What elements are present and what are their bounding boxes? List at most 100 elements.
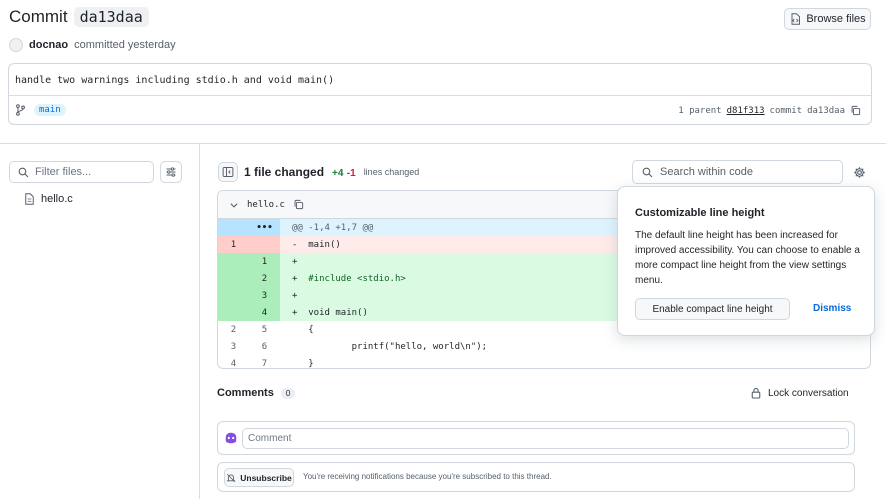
diff-line-code: } xyxy=(280,358,314,369)
new-line-number[interactable]: 5 xyxy=(249,321,280,338)
commit-author-line: docnao committed yesterday xyxy=(9,38,176,52)
comment-composer: Comment xyxy=(217,421,855,455)
page-title: Commit da13daa xyxy=(9,7,149,27)
search-icon xyxy=(18,167,29,177)
old-line-number[interactable] xyxy=(218,270,249,287)
gear-icon xyxy=(853,166,865,178)
lines-changed-label: lines changed xyxy=(363,167,420,177)
filter-options-button[interactable] xyxy=(160,161,182,183)
diff-line-code: + xyxy=(280,257,308,267)
diff-line-code: - main() xyxy=(280,240,341,250)
files-changed: 1 file changed xyxy=(244,165,325,179)
branch-badge[interactable]: main xyxy=(34,104,66,116)
new-line-number[interactable]: 1 xyxy=(249,253,280,270)
commit-message: handle two warnings including stdio.h an… xyxy=(15,75,335,86)
new-line-number[interactable] xyxy=(249,236,280,253)
search-code-placeholder: Search within code xyxy=(660,166,753,178)
notification-note: You're receiving notifications because y… xyxy=(303,472,552,481)
toggle-file-tree-button[interactable] xyxy=(218,162,238,182)
divider xyxy=(0,143,886,144)
browse-files-button[interactable]: Browse files xyxy=(784,8,871,30)
new-line-number[interactable]: 3 xyxy=(249,287,280,304)
popover-body: The default line height has been increas… xyxy=(635,230,860,286)
popover-title: Customizable line height xyxy=(635,207,765,219)
author-name[interactable]: docnao xyxy=(29,39,68,51)
diff-filename[interactable]: hello.c xyxy=(247,200,285,210)
lock-conversation-button[interactable]: Lock conversation xyxy=(751,387,849,399)
diff-line: 3 6 printf("hello, world\n"); xyxy=(218,338,870,355)
unsubscribe-button[interactable]: Unsubscribe xyxy=(224,468,294,487)
diff-line-code: + xyxy=(280,291,308,301)
avatar[interactable] xyxy=(9,38,23,52)
parent-info: 1 parent d81f313 commit da13daa xyxy=(678,105,861,116)
filter-files-placeholder: Filter files... xyxy=(35,166,92,178)
old-line-number[interactable]: 3 xyxy=(218,338,249,355)
old-line-number[interactable] xyxy=(218,287,249,304)
code-text: main() xyxy=(308,239,341,250)
code-text: #include <stdio.h> xyxy=(308,273,406,284)
diff-sign: + xyxy=(292,307,298,318)
search-icon xyxy=(642,167,653,177)
comments-title: Comments xyxy=(217,387,274,399)
diff-sign: + xyxy=(292,256,298,267)
sidebar-collapse-icon xyxy=(222,167,234,177)
parent-count: 1 parent xyxy=(678,105,722,116)
diff-summary: 1 file changed +4 -1 lines changed xyxy=(244,165,419,179)
file-tree-item[interactable]: hello.c xyxy=(24,193,73,205)
old-line-number[interactable]: 2 xyxy=(218,321,249,338)
commit-label: Commit xyxy=(9,7,68,26)
new-line-number[interactable]: 4 xyxy=(249,304,280,321)
browse-files-label: Browse files xyxy=(806,13,866,25)
filter-files-input[interactable]: Filter files... xyxy=(9,161,154,183)
commit-sha-small: da13daa xyxy=(807,105,845,116)
code-text: void main() xyxy=(308,307,368,318)
divider xyxy=(9,95,871,96)
parent-sha-link[interactable]: d81f313 xyxy=(727,106,765,116)
deletions-count: -1 xyxy=(346,168,356,179)
copilot-icon xyxy=(225,432,237,444)
diff-sign: - xyxy=(292,239,298,250)
new-line-number[interactable]: 6 xyxy=(249,338,280,355)
old-line-number[interactable]: 1 xyxy=(218,236,249,253)
expand-hunk-button[interactable]: ••• xyxy=(249,219,280,236)
notifications-box: Unsubscribe You're receiving notificatio… xyxy=(217,462,855,492)
dismiss-button[interactable]: Dismiss xyxy=(813,303,851,314)
diff-line-code: printf("hello, world\n"); xyxy=(280,342,487,352)
diff-line-code: + void main() xyxy=(280,308,368,318)
search-code-input[interactable]: Search within code xyxy=(632,160,843,184)
diff-line-code: + #include <stdio.h> xyxy=(280,274,406,284)
chevron-down-icon[interactable] xyxy=(229,200,239,210)
git-branch-icon xyxy=(16,104,25,116)
comments-count-badge: 0 xyxy=(280,387,296,399)
file-code-icon xyxy=(791,13,801,25)
line-number xyxy=(218,219,249,236)
bell-slash-icon xyxy=(226,473,236,482)
copy-icon[interactable] xyxy=(850,105,861,116)
comment-input[interactable]: Comment xyxy=(242,428,849,449)
unsubscribe-label: Unsubscribe xyxy=(240,472,292,483)
commit-sha[interactable]: da13daa xyxy=(73,7,149,27)
file-icon xyxy=(25,193,34,205)
code-text: { xyxy=(308,324,314,335)
old-line-number[interactable] xyxy=(218,253,249,270)
new-line-number[interactable]: 2 xyxy=(249,270,280,287)
committed-when: committed yesterday xyxy=(74,39,176,51)
code-text: } xyxy=(308,358,314,369)
copy-icon[interactable] xyxy=(293,199,304,210)
old-line-number[interactable] xyxy=(218,304,249,321)
diff-sign: + xyxy=(292,290,298,301)
diff-line-code: { xyxy=(280,324,314,335)
line-height-popover: Customizable line height The default lin… xyxy=(617,186,875,336)
new-line-number[interactable]: 7 xyxy=(249,355,280,369)
sliders-icon xyxy=(166,167,176,177)
commit-label-small: commit xyxy=(769,105,803,116)
diff-line: 4 7 } xyxy=(218,355,870,369)
file-tree-item-label: hello.c xyxy=(41,193,73,205)
code-text: printf("hello, world\n"); xyxy=(308,341,488,352)
old-line-number[interactable]: 4 xyxy=(218,355,249,369)
enable-compact-line-height-button[interactable]: Enable compact line height xyxy=(635,298,790,320)
diff-sign: + xyxy=(292,273,298,284)
hunk-header: @@ -1,4 +1,7 @@ xyxy=(292,222,374,233)
view-settings-button[interactable] xyxy=(850,163,868,181)
commit-message-box: handle two warnings including stdio.h an… xyxy=(8,63,872,125)
